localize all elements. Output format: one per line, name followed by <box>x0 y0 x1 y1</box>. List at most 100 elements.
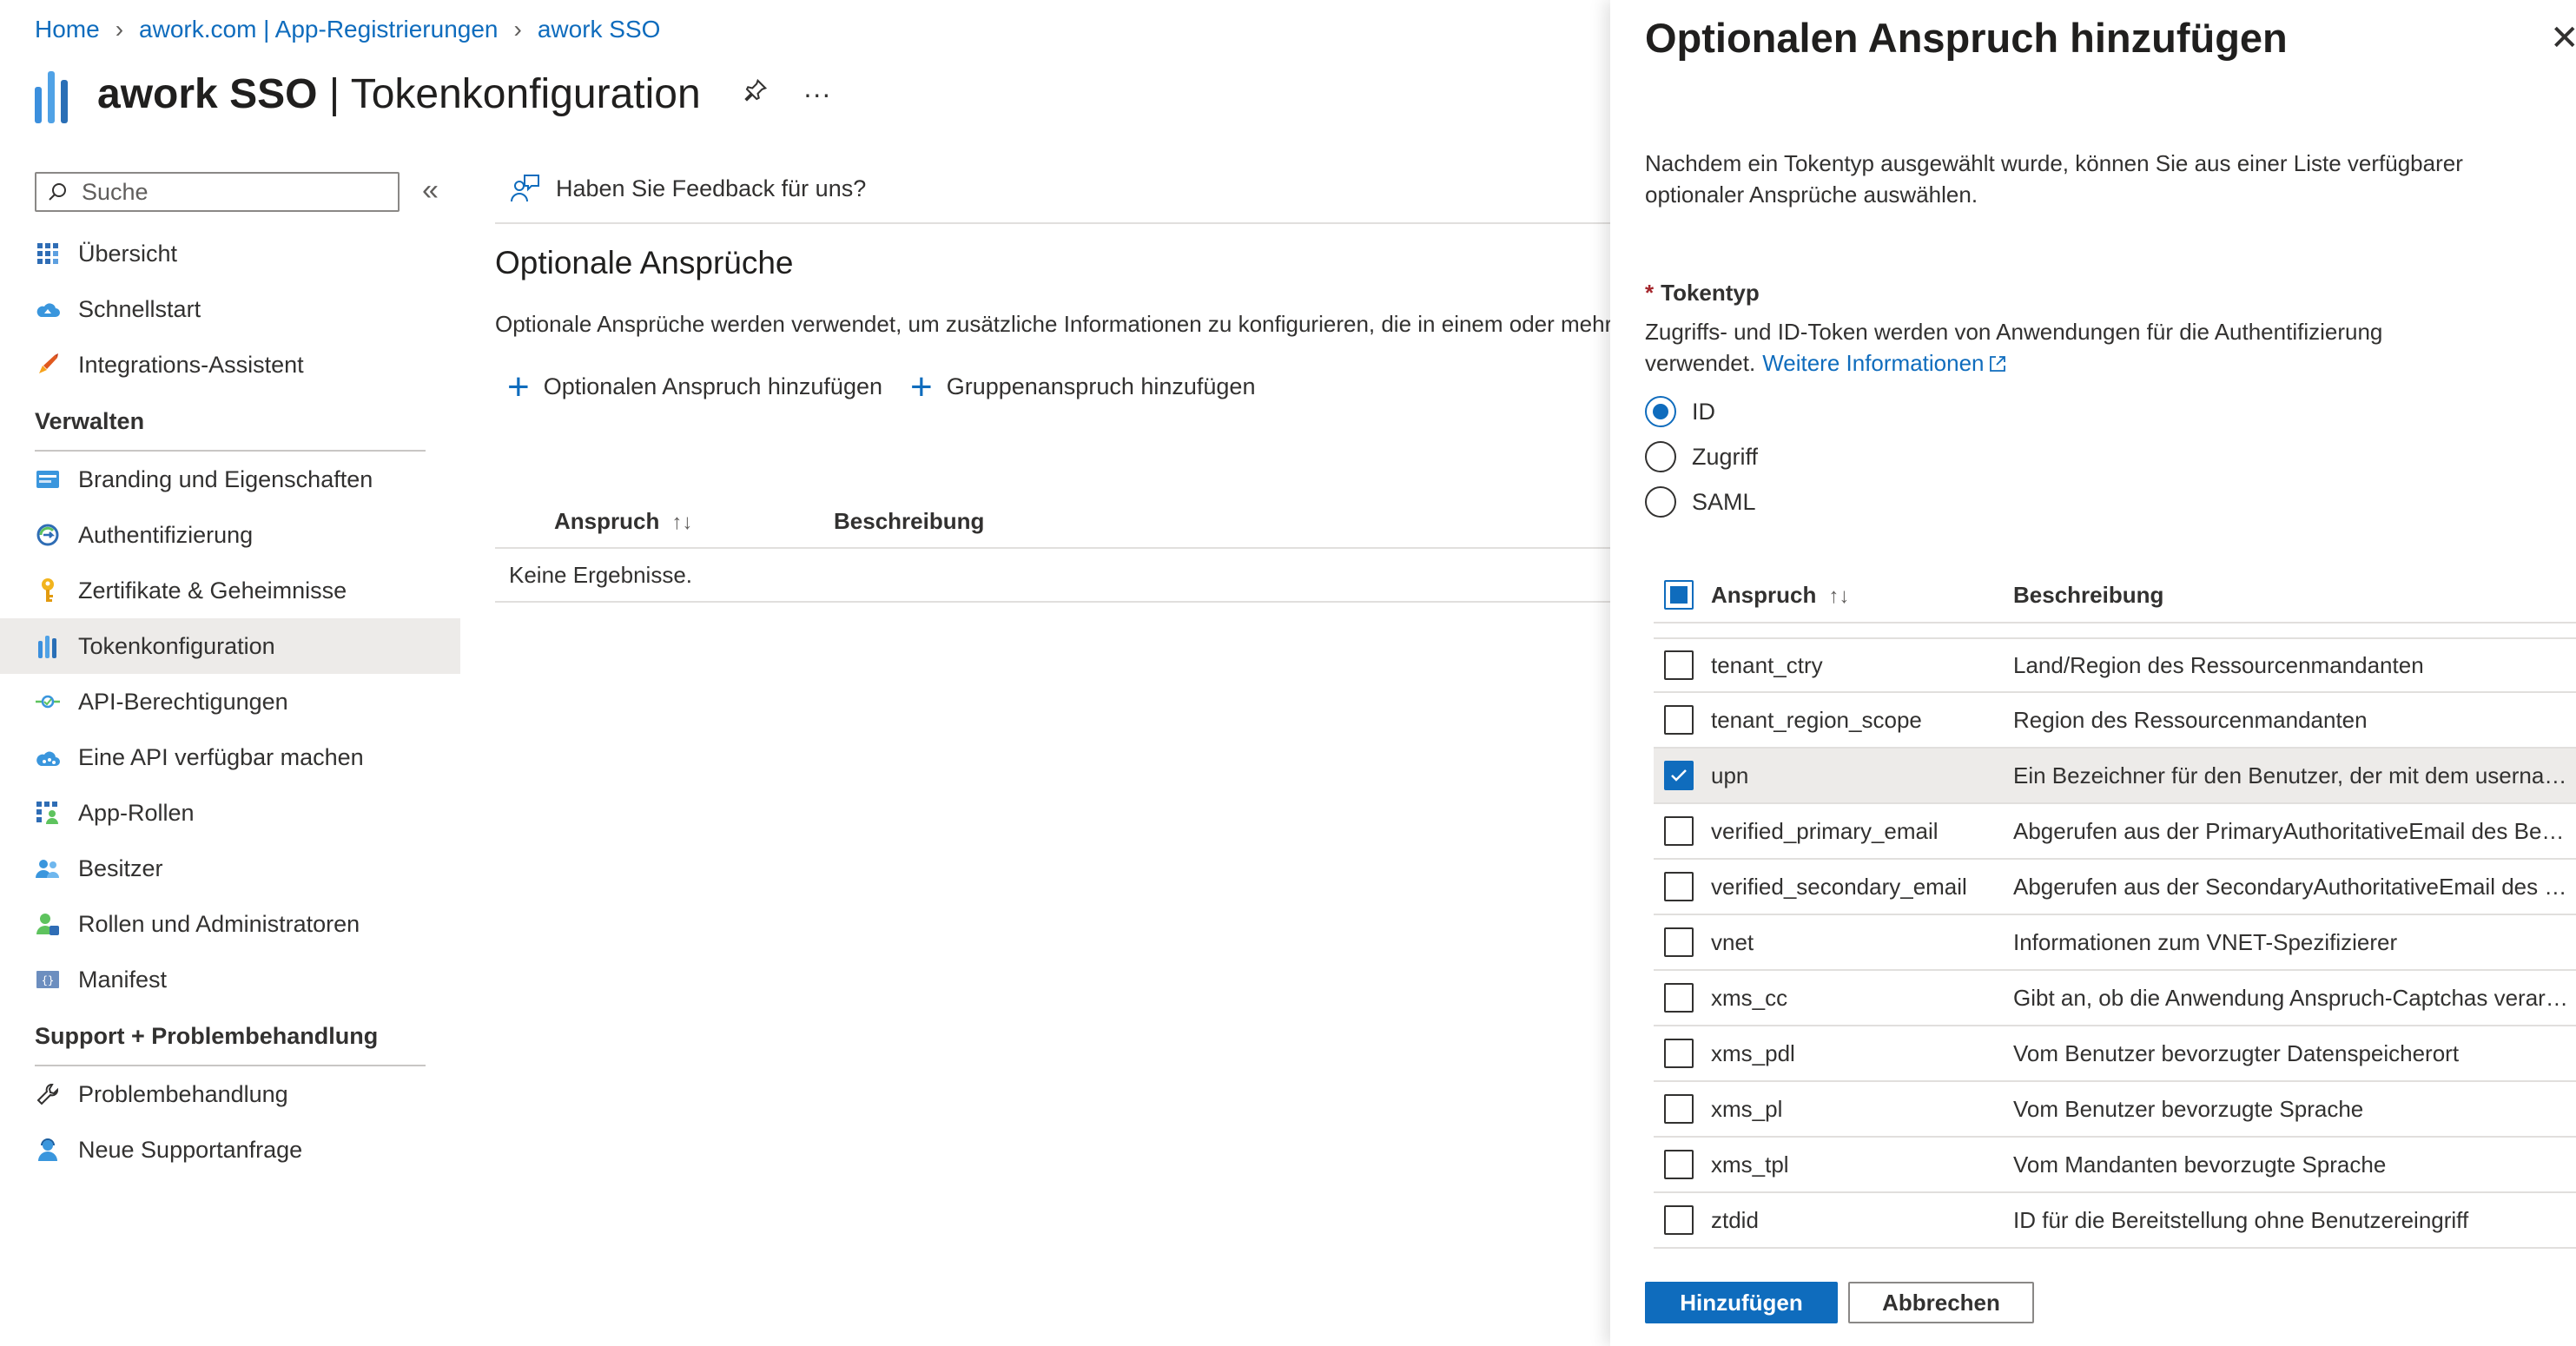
checkbox[interactable] <box>1664 983 1694 1013</box>
radio-empty-icon <box>1645 486 1676 518</box>
svg-text:{}: {} <box>42 974 54 986</box>
sort-icon[interactable]: ↑↓ <box>1828 584 1849 608</box>
column-header-description: Beschreibung <box>834 507 985 534</box>
nav-item-token-configuration[interactable]: Tokenkonfiguration <box>0 618 460 674</box>
claim-row[interactable]: xms_tpl Vom Mandanten bevorzugte Sprache <box>1654 1138 2576 1193</box>
cancel-button[interactable]: Abbrechen <box>1848 1282 2034 1323</box>
claim-name: tenant_region_scope <box>1711 706 1922 733</box>
search-input[interactable] <box>80 177 375 207</box>
nav-item-authentication[interactable]: Authentifizierung <box>0 507 460 563</box>
checkbox[interactable] <box>1664 705 1694 735</box>
nav-item-owners[interactable]: Besitzer <box>0 841 460 896</box>
checkbox[interactable] <box>1664 1094 1694 1124</box>
radio-empty-icon <box>1645 441 1676 472</box>
breadcrumb-home[interactable]: Home <box>35 16 100 43</box>
nav-item-label: Manifest <box>78 966 168 993</box>
nav-item-troubleshooting[interactable]: Problembehandlung <box>0 1066 460 1122</box>
select-all-checkbox[interactable] <box>1664 580 1694 610</box>
nav-item-roles-administrators[interactable]: Rollen und Administratoren <box>0 896 460 952</box>
external-link-icon <box>1989 356 2005 372</box>
claim-row[interactable]: xms_pl Vom Benutzer bevorzugte Sprache <box>1654 1082 2576 1138</box>
feedback-link[interactable]: Haben Sie Feedback für uns? <box>509 174 866 203</box>
add-button[interactable]: Hinzufügen <box>1645 1282 1838 1323</box>
column-header-claim[interactable]: Anspruch ↑↓ <box>495 508 834 535</box>
collapse-nav-button[interactable]: « <box>422 174 439 208</box>
claim-row[interactable]: verified_secondary_email Abgerufen aus de… <box>1654 860 2576 915</box>
claim-name: xms_pl <box>1711 1095 1783 1122</box>
add-group-claim-button[interactable]: + Gruppenanspruch hinzufügen <box>910 367 1255 406</box>
column-header-claim[interactable]: Anspruch ↑↓ <box>1711 582 2013 609</box>
nav-item-label: Zertifikate & Geheimnisse <box>78 577 347 604</box>
radio-label: Zugriff <box>1692 443 1759 470</box>
add-optional-claim-button[interactable]: + Optionalen Anspruch hinzufügen <box>507 367 882 406</box>
claim-row[interactable]: ztdid ID für die Bereitstellung ohne Benu… <box>1654 1193 2576 1249</box>
close-icon[interactable]: ✕ <box>2550 21 2576 56</box>
claim-row[interactable]: tenant_region_scope Region des Ressourcen… <box>1654 693 2576 749</box>
nav-item-overview[interactable]: Übersicht <box>0 226 460 281</box>
search-box <box>35 172 400 212</box>
checkbox[interactable] <box>1664 1205 1694 1235</box>
token-type-radio-saml[interactable]: SAML <box>1645 479 1758 525</box>
claim-description: ID für die Bereitstellung ohne Benutzere… <box>2013 1206 2469 1233</box>
more-options-icon[interactable]: ··· <box>803 78 831 110</box>
checkbox[interactable] <box>1664 816 1694 846</box>
command-bar: + Optionalen Anspruch hinzufügen + Grupp… <box>507 367 1255 406</box>
nav-item-expose-api[interactable]: Eine API verfügbar machen <box>0 729 460 785</box>
nav-section-support: Support + Problembehandlung <box>35 1022 379 1049</box>
claims-table: Anspruch ↑↓ Beschreibung Keine Ergebnisse… <box>495 495 1615 603</box>
claim-row[interactable]: vnet Informationen zum VNET-Spezifizierer <box>1654 915 2576 971</box>
nav-item-label: Rollen und Administratoren <box>78 910 360 937</box>
nav-item-label: Schnellstart <box>78 295 201 322</box>
optional-claims-list: Anspruch ↑↓ Beschreibung tenant_ctry Land/… <box>1654 568 2576 1249</box>
checkbox[interactable] <box>1664 1150 1694 1179</box>
checkbox[interactable] <box>1664 927 1694 957</box>
app-roles-icon <box>35 800 61 826</box>
claim-row[interactable]: xms_pdl Vom Benutzer bevorzugter Datenspe… <box>1654 1026 2576 1082</box>
panel-footer: Hinzufügen Abbrechen <box>1645 1282 2034 1323</box>
token-type-radio-access[interactable]: Zugriff <box>1645 434 1758 479</box>
claim-description: Vom Mandanten bevorzugte Sprache <box>2013 1151 2387 1178</box>
nav-item-certificates-secrets[interactable]: Zertifikate & Geheimnisse <box>0 563 460 618</box>
token-type-radio-id[interactable]: ID <box>1645 389 1758 434</box>
rocket-icon <box>35 352 61 378</box>
claim-description: Region des Ressourcenmandanten <box>2013 706 2368 733</box>
token-type-label: * Tokentyp <box>1645 280 1760 306</box>
nav-item-manifest[interactable]: {} Manifest <box>0 952 460 1007</box>
checkbox[interactable] <box>1664 1039 1694 1068</box>
nav-item-label: Besitzer <box>78 854 163 881</box>
nav-item-branding[interactable]: Branding und Eigenschaften <box>0 452 460 507</box>
required-marker: * <box>1645 280 1655 306</box>
claim-name: vnet <box>1711 928 1754 955</box>
checkbox-checked[interactable] <box>1664 761 1694 790</box>
claim-row[interactable]: upn Ein Bezeichner für den Benutzer, der … <box>1654 749 2576 804</box>
checkmark-icon <box>1671 769 1687 782</box>
add-optional-claim-label: Optionalen Anspruch hinzufügen <box>543 373 882 399</box>
table-header: Anspruch ↑↓ Beschreibung <box>495 495 1615 549</box>
claim-row[interactable]: tenant_ctry Land/Region des Ressourcenman… <box>1654 637 2576 693</box>
checkbox[interactable] <box>1664 650 1694 680</box>
nav-item-label: Tokenkonfiguration <box>78 632 275 659</box>
radio-selected-icon <box>1645 396 1676 427</box>
breadcrumb-app-registrations[interactable]: awork.com | App-Registrierungen <box>139 16 498 43</box>
section-description: Optionale Ansprüche werden verwendet, um… <box>495 311 1613 337</box>
more-info-link[interactable]: Weitere Informationen <box>1762 350 2006 376</box>
claim-description: Informationen zum VNET-Spezifizierer <box>2013 928 2398 955</box>
section-title: Optionale Ansprüche <box>495 245 794 280</box>
sort-icon[interactable]: ↑↓ <box>671 511 692 534</box>
claim-row[interactable]: xms_cc Gibt an, ob die Anwendung Anspruch… <box>1654 971 2576 1026</box>
token-config-logo-icon <box>35 64 78 123</box>
api-permissions-icon <box>35 689 61 715</box>
breadcrumb-awork-sso[interactable]: awork SSO <box>538 16 661 43</box>
checkbox[interactable] <box>1664 872 1694 901</box>
nav-item-new-support-request[interactable]: Neue Supportanfrage <box>0 1122 460 1178</box>
pin-icon[interactable] <box>743 77 769 110</box>
nav-item-app-roles[interactable]: App-Rollen <box>0 785 460 841</box>
nav-item-integration-assistant[interactable]: Integrations-Assistent <box>0 337 460 393</box>
support-person-icon <box>35 1137 61 1163</box>
nav-item-label: API-Berechtigungen <box>78 688 288 715</box>
nav-item-api-permissions[interactable]: API-Berechtigungen <box>0 674 460 729</box>
key-icon <box>35 577 61 604</box>
claim-row[interactable]: verified_primary_email Abgerufen aus der … <box>1654 804 2576 860</box>
nav-item-quickstart[interactable]: Schnellstart <box>0 281 460 337</box>
claim-description: Abgerufen aus der SecondaryAuthoritative… <box>2013 873 2576 900</box>
